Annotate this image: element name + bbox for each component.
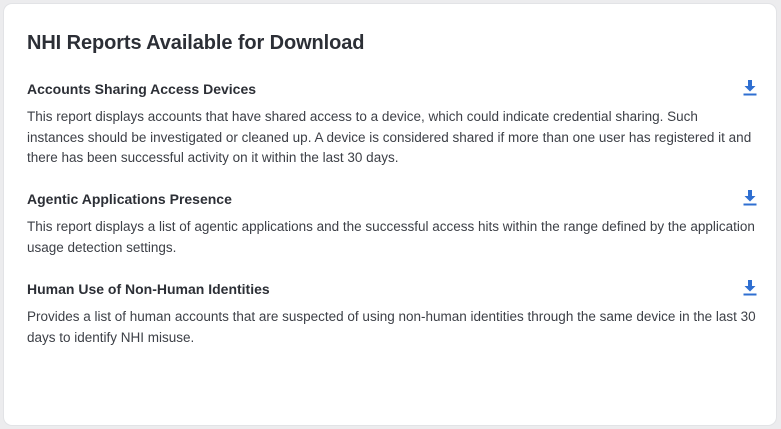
download-button[interactable] bbox=[739, 276, 761, 298]
page-title: NHI Reports Available for Download bbox=[27, 32, 365, 54]
download-icon bbox=[743, 279, 757, 295]
download-button[interactable] bbox=[739, 76, 761, 98]
report-description: Provides a list of human accounts that a… bbox=[27, 309, 756, 345]
report-item-accounts-sharing: Accounts Sharing Access Devices This rep… bbox=[27, 79, 757, 169]
report-description: This report displays accounts that have … bbox=[27, 109, 752, 165]
reports-card: NHI Reports Available for Download Accou… bbox=[4, 4, 776, 425]
report-item-agentic-applications: Agentic Applications Presence This repor… bbox=[27, 189, 757, 258]
report-title: Agentic Applications Presence bbox=[27, 191, 232, 207]
report-title: Accounts Sharing Access Devices bbox=[27, 81, 257, 97]
download-icon bbox=[743, 189, 757, 205]
download-icon bbox=[743, 79, 757, 95]
report-item-human-use-nhi: Human Use of Non-Human Identities Provid… bbox=[27, 279, 757, 348]
report-title: Human Use of Non-Human Identities bbox=[27, 281, 270, 297]
download-button[interactable] bbox=[739, 186, 761, 208]
report-description: This report displays a list of agentic a… bbox=[27, 219, 755, 255]
